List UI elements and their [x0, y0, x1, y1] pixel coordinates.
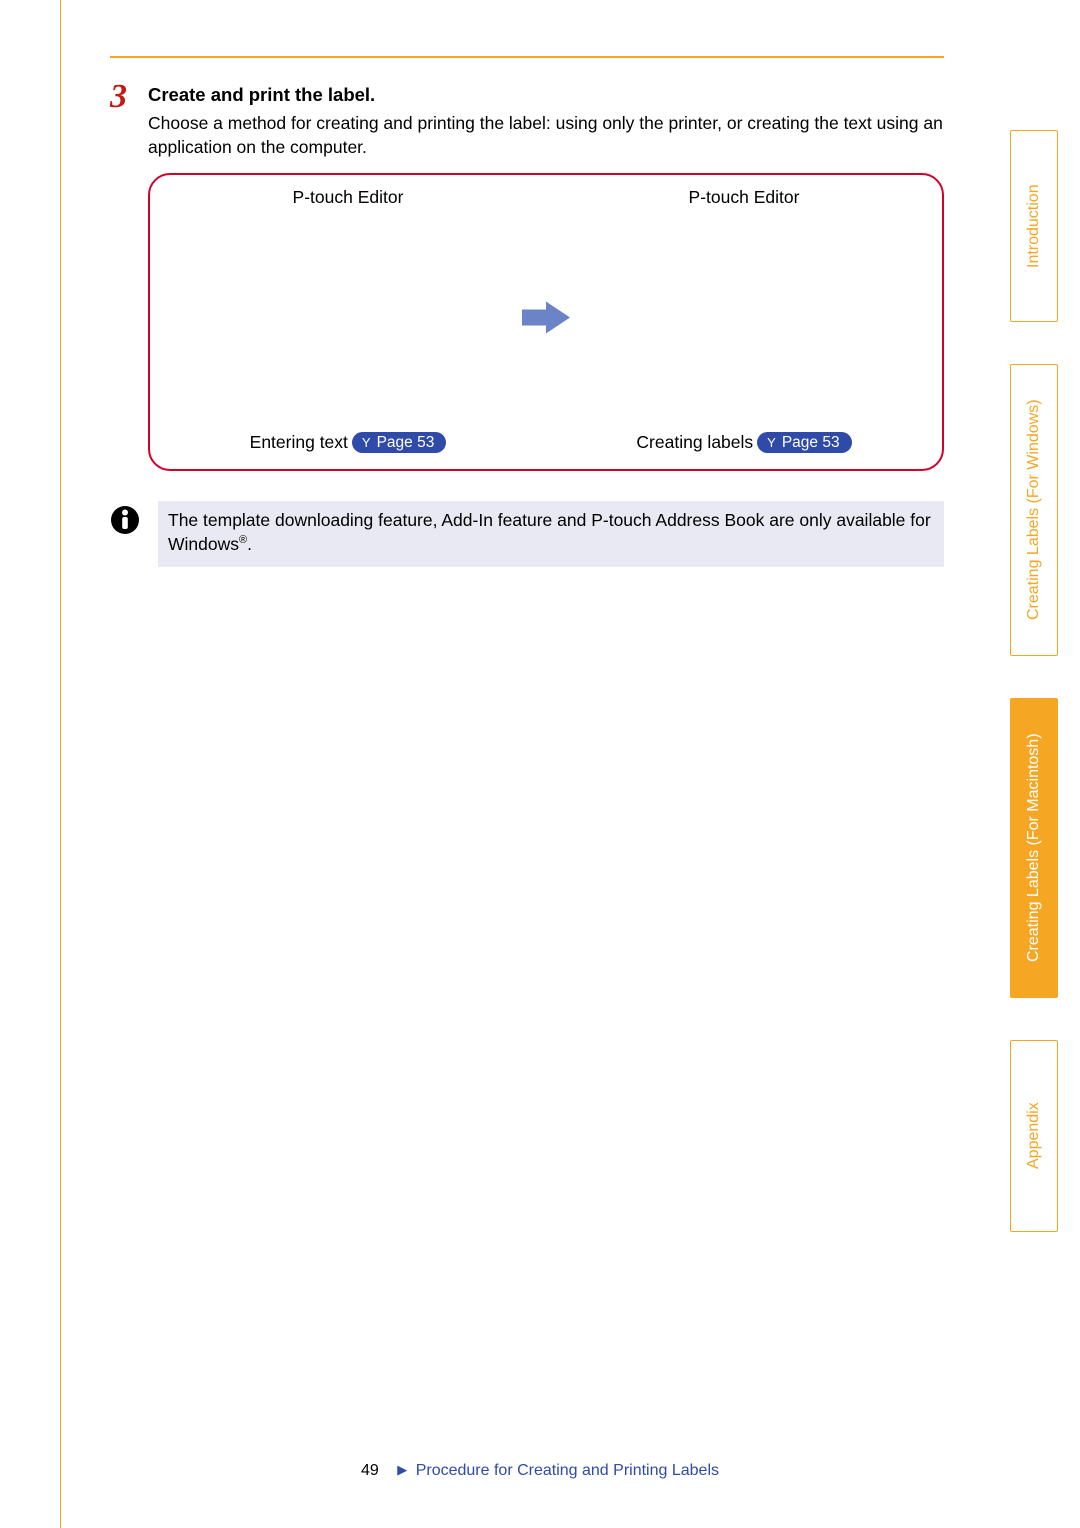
tab-creating-labels-macintosh[interactable]: Creating Labels (For Macintosh): [1010, 698, 1058, 998]
info-icon: [110, 505, 140, 535]
main-content: 3 Create and print the label. Choose a m…: [110, 80, 944, 567]
step-description: Choose a method for creating and printin…: [148, 112, 944, 159]
diagram-box: P-touch Editor Entering text Y Page 53 P…: [148, 173, 944, 471]
page-link-badge-right[interactable]: Y Page 53: [757, 432, 851, 454]
tab-label: Introduction: [1025, 184, 1043, 268]
page-footer: 49 ▶ Procedure for Creating and Printing…: [0, 1462, 1080, 1480]
info-note-body: The template downloading feature, Add-In…: [158, 501, 944, 566]
left-margin-rule: [60, 0, 61, 1528]
tab-introduction[interactable]: Introduction: [1010, 130, 1058, 322]
step-3: 3 Create and print the label. Choose a m…: [110, 80, 944, 159]
page-link-text: Page 53: [377, 435, 435, 451]
diagram-left-ref: Entering text Y Page 53: [150, 432, 546, 454]
page-link-text: Page 53: [782, 435, 840, 451]
tab-label: Creating Labels (For Windows): [1025, 400, 1043, 621]
registered-mark: ®: [239, 534, 247, 546]
step-number: 3: [110, 80, 148, 114]
tab-label: Creating Labels (For Macintosh): [1025, 734, 1043, 963]
diagram-right-pane: P-touch Editor Creating labels Y Page 53: [546, 175, 942, 469]
step-body: Create and print the label. Choose a met…: [148, 80, 944, 159]
tab-label: Appendix: [1025, 1103, 1043, 1170]
tab-creating-labels-windows[interactable]: Creating Labels (For Windows): [1010, 364, 1058, 656]
diagram-left-ref-label: Entering text: [250, 432, 348, 453]
arrow-right-icon: Y: [767, 436, 776, 449]
note-text-end: .: [247, 534, 252, 554]
step-title: Create and print the label.: [148, 84, 944, 106]
diagram-right-ref: Creating labels Y Page 53: [546, 432, 942, 454]
arrow-right-icon: Y: [362, 436, 371, 449]
diagram-right-title: P-touch Editor: [546, 187, 942, 208]
info-note: The template downloading feature, Add-In…: [110, 501, 944, 566]
page-number: 49: [361, 1462, 379, 1479]
side-nav-tabs: Introduction Creating Labels (For Window…: [1010, 130, 1058, 1232]
diagram-left-pane: P-touch Editor Entering text Y Page 53: [150, 175, 546, 469]
note-text: The template downloading feature, Add-In…: [168, 510, 931, 554]
page-link-badge-left[interactable]: Y Page 53: [352, 432, 446, 454]
diagram-right-ref-label: Creating labels: [636, 432, 753, 453]
document-page: 3 Create and print the label. Choose a m…: [0, 0, 1080, 1528]
footer-title-link[interactable]: Procedure for Creating and Printing Labe…: [416, 1462, 719, 1479]
tab-appendix[interactable]: Appendix: [1010, 1040, 1058, 1232]
diagram-left-title: P-touch Editor: [150, 187, 546, 208]
triangle-right-icon: ▶: [397, 1462, 407, 1477]
top-rule: [110, 56, 944, 58]
